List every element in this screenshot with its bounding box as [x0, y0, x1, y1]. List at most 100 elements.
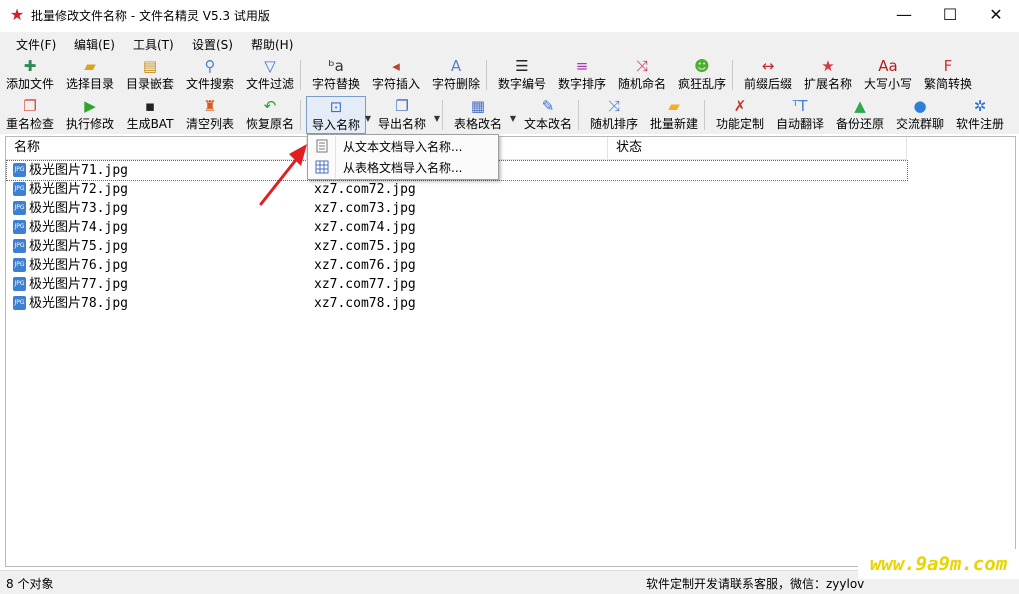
import-from-text-label: 从文本文档导入名称... [343, 140, 463, 154]
play-icon: ▶ [84, 97, 96, 115]
filter-icon: ▽ [264, 57, 276, 75]
maximize-icon[interactable]: ☐ [927, 0, 973, 32]
name-prefix: 极光图片 [29, 258, 82, 273]
name-suffix: 78.jpg [81, 296, 128, 311]
export-names-icon: ❐ [395, 97, 409, 115]
toolbar-separator [300, 60, 301, 90]
watermark: www.9a9m.com [858, 549, 1019, 579]
jpg-file-icon: JPG [13, 239, 26, 253]
register-gear-icon: ✲ [973, 97, 987, 115]
table-label: 表格改名 [453, 117, 502, 131]
name-prefix: 极光图片 [29, 201, 82, 216]
name-prefix: 极光图片 [29, 296, 82, 311]
import-names-button[interactable]: ⊡ 导入名称 [306, 96, 366, 134]
register-gear-label: 软件注册 [955, 117, 1004, 131]
import-dropdown-menu: 从文本文档导入名称... 从表格文档导入名称... [307, 134, 499, 180]
name-prefix: 极光图片 [29, 163, 82, 178]
menu-tools[interactable]: 工具(T) [133, 35, 174, 54]
table-row[interactable]: JPG 极光图片78.jpg xz7.com78.jpg [7, 294, 907, 313]
crazy-face-icon: ☻ [694, 57, 710, 75]
text-edit-icon: ✎ [541, 97, 555, 115]
menu-edit[interactable]: 编辑(E) [74, 35, 115, 54]
dropdown-arrow-icon[interactable]: ▼ [508, 114, 518, 123]
jpg-file-icon: JPG [13, 182, 26, 196]
traditional-simplified-label: 繁简转换 [923, 77, 972, 91]
toolbar-separator [578, 100, 579, 130]
name-suffix: 76.jpg [81, 258, 128, 273]
chat-icon: ● [913, 97, 927, 115]
close-icon[interactable]: ✕ [973, 0, 1019, 32]
table-button[interactable]: ▦ 表格改名 [448, 96, 508, 134]
case-icon: Aa [878, 57, 898, 75]
jpg-file-icon: JPG [13, 277, 26, 291]
column-status[interactable]: 状态 [608, 137, 907, 159]
import-from-text-item[interactable]: 从文本文档导入名称... [309, 136, 497, 157]
jpg-file-icon: JPG [13, 258, 26, 272]
new-name-cell: xz7.com78.jpg [314, 296, 416, 311]
folder-tree-icon: ▤ [142, 57, 158, 75]
random-sort-icon: ⤨ [607, 97, 620, 115]
import-from-table-item[interactable]: 从表格文档导入名称... [309, 157, 497, 178]
table-row[interactable]: JPG 极光图片75.jpg xz7.com75.jpg [7, 237, 907, 256]
new-name-cell: xz7.com74.jpg [314, 220, 416, 235]
numbering-icon: ☰ [515, 57, 529, 75]
filter-button[interactable]: ▽ 文件过滤 [240, 56, 300, 94]
table-row[interactable]: JPG 极光图片72.jpg xz7.com72.jpg [7, 180, 907, 199]
new-name-cell: xz7.com75.jpg [314, 239, 416, 254]
jpg-file-icon: JPG [13, 163, 26, 177]
new-name-cell: xz7.com77.jpg [314, 277, 416, 292]
backup-drive-icon: ▲ [854, 97, 866, 115]
text-document-icon [316, 139, 328, 153]
original-name-cell: 极光图片77.jpg [29, 275, 128, 294]
annotation-arrow-icon [259, 144, 307, 206]
export-names-button[interactable]: ❐ 导出名称 [372, 96, 432, 134]
undo-button[interactable]: ↶ 恢复原名 [240, 96, 300, 134]
name-suffix: 72.jpg [81, 182, 128, 197]
table-row[interactable]: JPG 极光图片74.jpg xz7.com74.jpg [7, 218, 907, 237]
dropdown-arrow-icon[interactable]: ▼ [432, 114, 442, 123]
grid-table-icon [315, 160, 329, 174]
folder-open-icon: ▰ [84, 57, 96, 75]
shuffle-icon: ⤨ [635, 57, 648, 75]
menu-help[interactable]: 帮助(H) [251, 35, 293, 54]
new-folder-icon: ▰ [668, 97, 680, 115]
toolbar-separator [486, 60, 487, 90]
text-edit-button[interactable]: ✎ 文本改名 [518, 96, 578, 134]
menu-file[interactable]: 文件(F) [16, 35, 56, 54]
original-name-cell: 极光图片78.jpg [29, 294, 128, 313]
name-prefix: 极光图片 [29, 182, 82, 197]
contact-info: 软件定制开发请联系客服，微信：zyylov [646, 577, 865, 591]
original-name-cell: 极光图片71.jpg [29, 161, 128, 180]
table-row[interactable]: JPG 极光图片76.jpg xz7.com76.jpg [7, 256, 907, 275]
crazy-face-button[interactable]: ☻ 疯狂乱序 [672, 56, 732, 94]
prefix-suffix-icon: ↔ [761, 57, 775, 75]
sort-numbers-icon: ≡ [575, 57, 589, 75]
delete-chars-button[interactable]: A 字符删除 [426, 56, 486, 94]
jpg-file-icon: JPG [13, 201, 26, 215]
replace-chars-icon: ᵇa [328, 57, 344, 75]
name-prefix: 极光图片 [29, 220, 82, 235]
minimize-icon[interactable]: — [881, 0, 927, 32]
jpg-file-icon: JPG [13, 220, 26, 234]
dropdown-arrow-icon[interactable]: ▼ [363, 114, 373, 123]
delete-chars-icon: A [450, 57, 462, 75]
name-suffix: 75.jpg [81, 239, 128, 254]
new-folder-button[interactable]: ▰ 批量新建 [644, 96, 704, 134]
name-suffix: 77.jpg [81, 277, 128, 292]
register-gear-button[interactable]: ✲ 软件注册 [950, 96, 1010, 134]
name-prefix: 极光图片 [29, 239, 82, 254]
add-file-icon: ✚ [23, 57, 37, 75]
menu-settings[interactable]: 设置(S) [192, 35, 233, 54]
duplicate-check-icon: ❐ [23, 97, 37, 115]
search-icon: ⚲ [204, 57, 216, 75]
import-from-table-label: 从表格文档导入名称... [343, 161, 463, 175]
table-row[interactable]: JPG 极光图片77.jpg xz7.com77.jpg [7, 275, 907, 294]
table-row[interactable]: JPG 极光图片73.jpg xz7.com73.jpg [7, 199, 907, 218]
undo-icon: ↶ [263, 97, 277, 115]
clear-list-icon: ♜ [203, 97, 217, 115]
console-icon: ▪ [144, 97, 156, 115]
new-name-cell: xz7.com72.jpg [314, 182, 416, 197]
toolbar-separator [704, 100, 705, 130]
traditional-simplified-button[interactable]: F 繁简转换 [918, 56, 978, 94]
original-name-cell: 极光图片72.jpg [29, 180, 128, 199]
